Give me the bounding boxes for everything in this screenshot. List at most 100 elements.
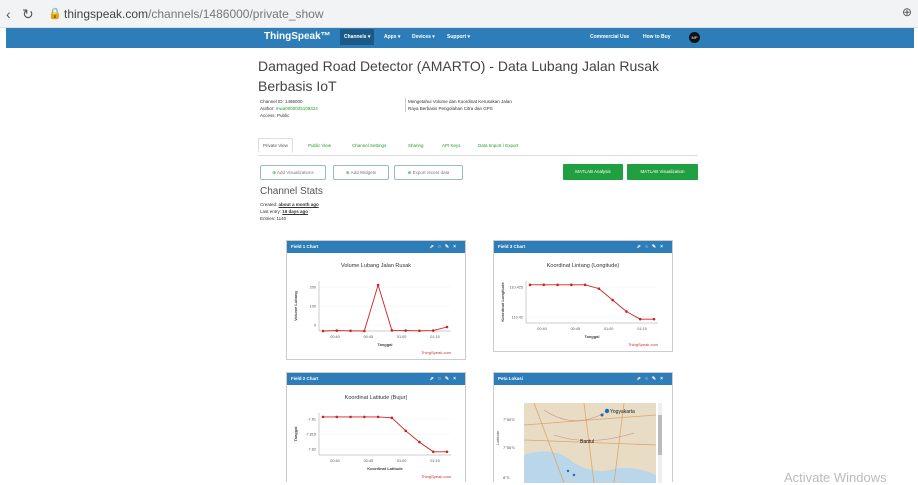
edit-icon[interactable]: ✎ <box>445 244 453 250</box>
nav-devices[interactable]: Devices ▾ <box>412 34 435 40</box>
x-tick-label: 01:15 <box>637 327 647 331</box>
external-link-icon[interactable]: ⇗ <box>430 244 438 250</box>
created-label: Created: <box>260 202 279 207</box>
close-icon[interactable]: × <box>660 244 667 250</box>
x-tick-label: 01:00 <box>604 327 614 331</box>
channel-access: Access: Public <box>260 113 290 118</box>
last-entry-label: Last entry: <box>260 209 283 214</box>
x-tick-label: 00:40 <box>330 459 340 463</box>
tab-public-view[interactable]: Public View <box>308 143 331 148</box>
field2-line-chart: Koordinat Latitude (Bujur) Tanggal Koordin… <box>293 395 452 479</box>
add-visualizations-button[interactable]: ⊕ Add Visualizations <box>260 165 326 180</box>
data-point <box>556 283 559 287</box>
panel-controls: ⇗○✎× <box>637 241 667 253</box>
y-axis-label: Volume Lubang <box>293 291 298 321</box>
data-point <box>638 317 642 321</box>
close-icon[interactable]: × <box>453 244 460 250</box>
data-point <box>321 329 325 333</box>
description-line-1: Mengetahui Volume dan Koordinat Kerusaka… <box>408 99 512 104</box>
data-point <box>652 317 656 321</box>
map-marker[interactable] <box>566 469 570 473</box>
comment-icon[interactable]: ○ <box>645 376 652 382</box>
close-icon[interactable]: × <box>453 376 460 382</box>
comment-icon[interactable]: ○ <box>645 244 652 250</box>
map-scrollbar-thumb[interactable] <box>658 415 662 455</box>
tab-private-view[interactable]: Private View <box>258 138 293 153</box>
add-widgets-button[interactable]: ⊕ Add Widgets <box>333 165 389 180</box>
map-marker[interactable] <box>604 408 610 414</box>
chart-title: Volume Lubang Jalan Rusak <box>341 263 411 269</box>
x-axis-label: Tanggal <box>377 342 392 347</box>
tab-channel-settings[interactable]: Channel Settings <box>352 143 386 148</box>
y-tick-label: 100 <box>310 305 316 309</box>
tab-sharing[interactable]: Sharing <box>408 143 424 148</box>
nav-support[interactable]: Support ▾ <box>447 34 470 40</box>
back-icon[interactable]: ‹ <box>6 6 11 22</box>
x-axis-label: Koordinat Latitude <box>367 466 403 471</box>
map-marker[interactable] <box>600 413 604 417</box>
x-tick-label: 00:40 <box>330 335 340 339</box>
edit-icon[interactable]: ✎ <box>445 376 453 382</box>
created-value: about a month ago <box>278 202 319 207</box>
panel-header: Peta Lokasi ⇗○✎× <box>494 373 672 385</box>
y-tick-label: -7.815 <box>305 433 316 437</box>
reload-icon[interactable]: ↻ <box>22 6 34 23</box>
matlab-visualization-button[interactable]: MATLAB Visualization <box>627 164 698 180</box>
chart-title: Koordinat Lintang (Longitude) <box>547 263 620 269</box>
panel-title: Field 2 Chart <box>291 376 319 381</box>
map-ytick: 8°S <box>503 475 510 480</box>
x-tick-label: 00:45 <box>364 335 374 339</box>
data-point <box>335 415 339 419</box>
user-avatar[interactable]: MP <box>689 32 700 43</box>
nav-channels[interactable]: Channels ▾ <box>340 29 375 45</box>
author-label: Author: <box>260 106 276 111</box>
nav-commercial-use[interactable]: Commercial Use <box>590 34 629 40</box>
comment-icon[interactable]: ○ <box>438 244 445 250</box>
series-line <box>530 284 654 320</box>
add-widgets-label: Add Widgets <box>350 170 377 175</box>
channel-stats: Created: about a month ago Last entry: 1… <box>260 201 319 222</box>
tab-api-keys[interactable]: API Keys <box>442 143 461 148</box>
brand-logo[interactable]: ThingSpeak™ <box>264 31 331 42</box>
external-link-icon[interactable]: ⇗ <box>637 244 645 250</box>
location-map[interactable]: Latitude 7°50'S 7°55'S 8°S Yogyakarta Ba… <box>494 385 672 483</box>
chart-title: Koordinat Latitude (Bujur) <box>345 395 408 401</box>
data-point <box>611 298 614 302</box>
field1-line-chart: Volume Lubang Jalan Rusak Volume Lubang Ta… <box>293 263 452 355</box>
export-recent-label: Export recent data <box>412 170 450 175</box>
map-ytick: 7°50'S <box>503 417 515 422</box>
map-ytick: 7°55'S <box>503 445 515 450</box>
comment-icon[interactable]: ○ <box>438 376 445 382</box>
edit-icon[interactable]: ✎ <box>652 376 660 382</box>
export-icon: ⊕ <box>407 170 412 175</box>
data-point <box>445 325 449 329</box>
map-city-label: Yogyakarta <box>610 409 635 415</box>
export-recent-data-button[interactable]: ⊕ Export recent data <box>394 165 463 180</box>
channel-title: Damaged Road Detector (AMARTO) - Data Lu… <box>258 58 660 94</box>
panel-header: Field 2 Chart ⇗○✎× <box>287 373 465 385</box>
close-icon[interactable]: × <box>660 376 667 382</box>
external-link-icon[interactable]: ⇗ <box>637 376 645 382</box>
y-tick-label: 110.42 <box>512 316 523 320</box>
address-bar[interactable]: 🔒 thingspeak.com/channels/1486000/privat… <box>44 3 904 25</box>
data-point <box>335 329 339 332</box>
zoom-icon[interactable]: ⊕ <box>902 5 912 19</box>
panel-header: Field 3 Chart ⇗○✎× <box>494 241 672 253</box>
matlab-analysis-button[interactable]: MATLAB Analysis <box>563 164 623 180</box>
map-panel: Peta Lokasi ⇗○✎× Latitude 7°50'S 7°55'S … <box>493 372 673 483</box>
channel-meta: Channel ID: 1486000 Author: mwa000002510… <box>260 98 318 119</box>
field3-line-chart: Koordinat Lintang (Longitude) Koordinat L… <box>500 263 659 347</box>
author-link[interactable]: mwa0000025109324 <box>276 106 318 111</box>
edit-icon[interactable]: ✎ <box>652 244 660 250</box>
nav-how-to-buy[interactable]: How to Buy <box>643 34 671 40</box>
site-navbar: ThingSpeak™ Channels ▾ Apps ▾ Devices ▾ … <box>6 28 914 48</box>
data-point <box>625 310 628 313</box>
nav-apps[interactable]: Apps ▾ <box>384 34 400 40</box>
channel-id: Channel ID: 1486000 <box>260 99 303 104</box>
tab-data-import-export[interactable]: Data Import / Export <box>478 143 518 148</box>
external-link-icon[interactable]: ⇗ <box>430 376 438 382</box>
map-marker[interactable] <box>572 473 576 477</box>
channel-tabs: Private View Public View Channel Setting… <box>258 138 698 156</box>
y-tick-label: 110.425 <box>510 286 523 290</box>
y-axis-label: Koordinat Longitude <box>500 282 505 322</box>
